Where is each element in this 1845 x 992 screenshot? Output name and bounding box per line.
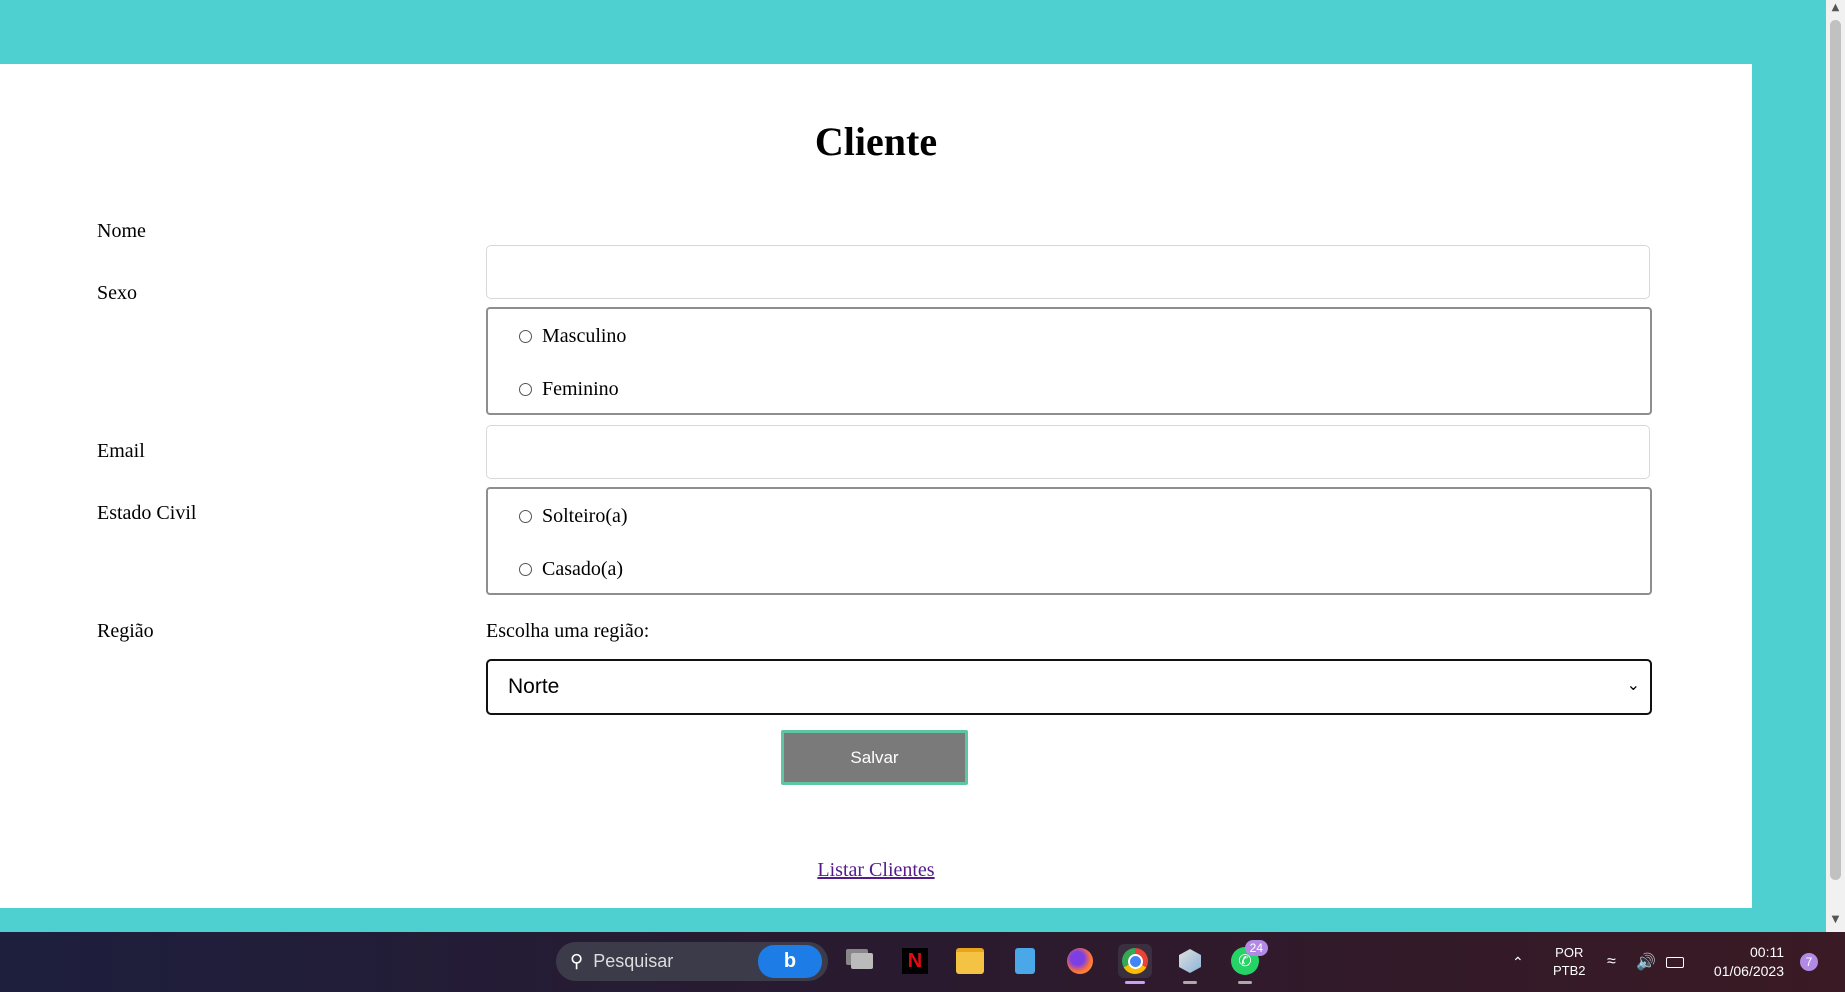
tray-chevron-up-icon[interactable]: ⌃	[1512, 932, 1524, 992]
chevron-down-icon: ⌄	[1626, 677, 1640, 694]
notepad-icon[interactable]	[1008, 944, 1042, 978]
task-view-icon[interactable]	[845, 944, 879, 978]
radio-icon[interactable]	[519, 383, 532, 396]
notification-count: 7	[1800, 953, 1818, 971]
wifi-icon[interactable]: ≈	[1607, 932, 1616, 992]
radio-solteiro-label: Solteiro(a)	[542, 505, 628, 527]
volume-icon[interactable]: 🔊	[1636, 932, 1656, 992]
sexo-fieldset: Masculino Feminino	[486, 307, 1652, 415]
email-label: Email	[97, 440, 145, 462]
sexo-label: Sexo	[97, 282, 137, 304]
whatsapp-badge: 24	[1244, 940, 1268, 956]
firefox-icon[interactable]	[1063, 944, 1097, 978]
notification-icon[interactable]: 7	[1800, 932, 1818, 992]
taskbar-search[interactable]: ⚲ Pesquisar b	[556, 942, 828, 981]
scroll-thumb[interactable]	[1830, 20, 1841, 880]
app-cube-icon[interactable]	[1173, 944, 1207, 984]
nome-input[interactable]	[486, 245, 1650, 299]
chrome-icon[interactable]	[1118, 944, 1152, 984]
radio-icon[interactable]	[519, 563, 532, 576]
active-indicator	[1125, 981, 1145, 984]
radio-icon[interactable]	[519, 330, 532, 343]
regiao-select[interactable]: Norte ⌄	[486, 659, 1652, 715]
clock[interactable]: 00:11 01/06/2023	[1708, 932, 1784, 992]
running-indicator	[1238, 981, 1252, 984]
page-background-top	[0, 0, 1826, 64]
radio-feminino[interactable]: Feminino	[519, 378, 619, 401]
battery-icon[interactable]	[1666, 932, 1684, 992]
list-clients-link-row: Listar Clientes	[0, 859, 1752, 882]
running-indicator	[1183, 981, 1197, 984]
page-title: Cliente	[814, 119, 938, 164]
save-button[interactable]: Salvar	[781, 730, 968, 785]
radio-icon[interactable]	[519, 510, 532, 523]
radio-casado-label: Casado(a)	[542, 558, 624, 580]
estado-civil-label: Estado Civil	[97, 502, 197, 524]
netflix-icon[interactable]: N	[898, 944, 932, 978]
bing-icon[interactable]: b	[758, 945, 822, 978]
whatsapp-icon[interactable]: ✆ 24	[1228, 940, 1268, 984]
taskbar: ⚲ Pesquisar b N ✆ 24 ⌃ POR PTB2 ≈ 🔊 00:1…	[0, 932, 1845, 992]
radio-solteiro[interactable]: Solteiro(a)	[519, 505, 628, 528]
form-card: Cliente Nome Sexo Masculino Feminino Ema…	[0, 64, 1752, 908]
lang-top: POR	[1555, 945, 1584, 960]
radio-casado[interactable]: Casado(a)	[519, 558, 623, 581]
radio-masculino[interactable]: Masculino	[519, 325, 626, 348]
list-clients-link[interactable]: Listar Clientes	[817, 859, 934, 881]
regiao-label: Região	[97, 620, 154, 642]
regiao-selected-value: Norte	[508, 675, 560, 698]
nome-label: Nome	[97, 220, 146, 242]
clock-date: 01/06/2023	[1713, 963, 1784, 979]
clock-time: 00:11	[1750, 944, 1784, 960]
scroll-up-arrow-icon[interactable]: ▲	[1826, 2, 1845, 18]
search-icon: ⚲	[570, 951, 584, 971]
language-indicator[interactable]: POR PTB2	[1553, 932, 1586, 992]
vertical-scrollbar[interactable]: ▲ ▼	[1826, 0, 1845, 932]
file-explorer-icon[interactable]	[953, 944, 987, 978]
regiao-prompt: Escolha uma região:	[486, 620, 650, 642]
radio-masculino-label: Masculino	[542, 325, 627, 347]
estado-civil-fieldset: Solteiro(a) Casado(a)	[486, 487, 1652, 595]
windows-start-icon[interactable]	[508, 947, 538, 977]
scroll-down-arrow-icon[interactable]: ▼	[1826, 914, 1845, 930]
radio-feminino-label: Feminino	[542, 378, 619, 400]
lang-bottom: PTB2	[1553, 963, 1586, 978]
search-placeholder: Pesquisar	[593, 951, 674, 971]
email-input[interactable]	[486, 425, 1650, 479]
